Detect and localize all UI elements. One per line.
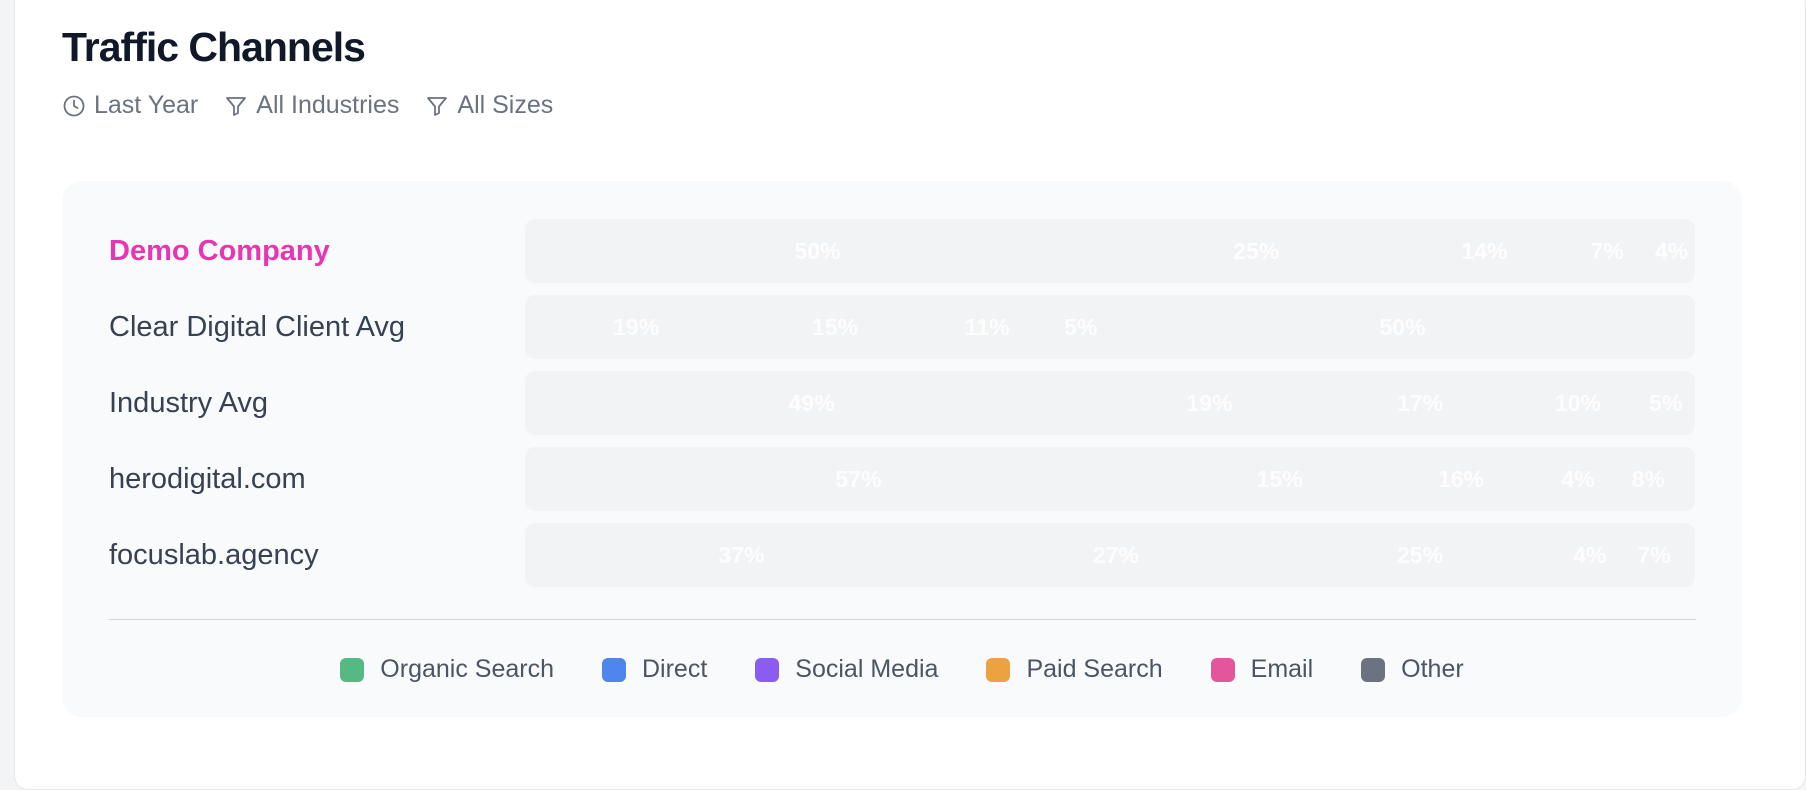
filter-company-size-label: All Sizes [457,91,554,119]
segment-value-label: 49% [788,389,835,416]
filter-icon [427,96,448,116]
segment-value-label: 14% [1461,237,1508,264]
legend-label: Paid Search [1026,655,1163,683]
bar-row: herodigital.com 57% 15% 16% 4% 8% [109,447,1696,511]
bar-row: Demo Company 50% 25% 14% 7% 4% [109,219,1696,283]
segment-value-label: 7% [1637,541,1671,568]
segment-value-label: 25% [1233,237,1280,264]
segment-value-label: 8% [1631,465,1665,492]
bar-segment-direct[interactable]: 15% [1192,447,1368,511]
bar-segment-email[interactable]: 4% [1648,219,1695,283]
segment-value-label: 7% [1590,237,1624,264]
legend-swatch [986,657,1011,682]
bar-segment-paid-search[interactable]: 5% [1052,295,1111,359]
legend-item-other[interactable]: Other [1361,655,1464,684]
segment-value-label: 17% [1397,389,1444,416]
segment-value-label: 15% [1256,465,1303,492]
segment-value-label: 16% [1437,465,1484,492]
filter-company-size[interactable]: All Sizes [425,91,553,120]
bar-segment-organic-search[interactable]: 19% [525,295,747,359]
category-label: herodigital.com [109,462,306,495]
bar-segment-social-media[interactable]: 11% [923,295,1052,359]
category-label: Clear Digital Client Avg [109,310,406,343]
segment-value-label: 10% [1554,389,1602,416]
segment-value-label: 25% [1397,541,1444,568]
bar-track: 57% 15% 16% 4% 8% [525,447,1695,511]
legend-label: Organic Search [380,655,554,683]
segment-value-label: 50% [794,237,841,264]
segment-value-label: 19% [1186,389,1233,416]
legend-label: Email [1250,655,1314,683]
legend-label: Other [1401,655,1464,683]
legend-item-organic-search[interactable]: Organic Search [340,655,554,684]
bar-segment-organic-search[interactable]: 49% [525,371,1098,435]
bar-segment-paid-search[interactable]: 4% [1566,523,1613,587]
card-title: Traffic Channels [62,24,366,70]
bar-segment-social-media[interactable]: 25% [1274,523,1567,587]
filter-icon [226,96,247,116]
bar-segment-paid-search[interactable]: 7% [1566,219,1648,283]
filter-industry-label: All Industries [256,91,400,119]
category-label: focuslab.agency [109,538,319,571]
category-label: Demo Company [109,234,330,267]
bar-row: Clear Digital Client Avg 19% 15% 11% 5% 50% [109,295,1696,359]
segment-value-label: 4% [1654,237,1689,264]
chart-panel: Demo Company 50% 25% 14% 7% 4% Clear Digital C… [62,181,1742,717]
legend-item-paid-search[interactable]: Paid Search [986,655,1163,684]
bar-segment-direct[interactable]: 15% [747,295,923,359]
legend-swatch [755,657,780,682]
bar-segment-organic-search[interactable]: 50% [525,219,1110,283]
segment-value-label: 5% [1064,313,1098,340]
bar-segment-direct[interactable]: 25% [1110,219,1403,283]
bar-segment-paid-search[interactable]: 10% [1520,371,1637,435]
bar-segment-social-media[interactable]: 17% [1321,371,1520,435]
segment-value-label: 4% [1561,465,1595,492]
legend-item-email[interactable]: Email [1210,655,1314,684]
bar-row: Industry Avg 49% 19% 17% 10% 5% [109,371,1696,435]
chart-legend: Organic Search Direct Social Media Paid Sea… [62,655,1742,684]
segment-value-label: 15% [812,313,859,340]
legend-item-direct[interactable]: Direct [602,655,707,684]
segment-value-label: 37% [718,541,765,568]
legend-swatch [1210,657,1235,682]
filter-bar: Last Year All Industries All Sizes [62,91,553,120]
bar-segment-organic-search[interactable]: 37% [525,523,958,587]
filter-time-range-label: Last Year [94,91,199,119]
segment-value-label: 4% [1573,541,1607,568]
bar-segment-email[interactable]: 7% [1613,523,1695,587]
clock-icon [63,95,85,116]
bar-segment-direct[interactable]: 19% [1098,371,1320,435]
bar-row: focuslab.agency 37% 27% 25% 4% 7% [109,523,1696,587]
segment-value-label: 11% [964,313,1010,340]
segment-value-label: 19% [613,313,660,340]
segment-value-label: 50% [1379,313,1426,340]
bar-segment-organic-search[interactable]: 57% [525,447,1192,511]
bar-segment-social-media[interactable]: 14% [1403,219,1567,283]
legend-swatch [340,657,365,682]
legend-divider [109,619,1696,620]
bar-segment-direct[interactable]: 27% [958,523,1274,587]
legend-label: Social Media [795,655,939,683]
bar-track: 37% 27% 25% 4% 7% [525,523,1695,587]
bar-segment-paid-search[interactable]: 4% [1555,447,1602,511]
segment-value-label: 57% [835,465,882,492]
legend-label: Direct [642,655,708,683]
category-label: Industry Avg [109,386,269,419]
segment-value-label: 27% [1092,541,1139,568]
bar-track: 19% 15% 11% 5% 50% [525,295,1695,359]
legend-item-social-media[interactable]: Social Media [755,655,938,684]
bar-track: 50% 25% 14% 7% 4% [525,219,1695,283]
legend-swatch [602,657,626,682]
bar-segment-email[interactable]: 5% [1637,371,1696,435]
filter-time-range[interactable]: Last Year [62,91,198,120]
legend-swatch [1361,657,1386,682]
traffic-channels-card: Traffic Channels Last Year All Industrie… [14,0,1806,790]
bar-segment-email[interactable]: 8% [1601,447,1695,511]
bar-segment-social-media[interactable]: 16% [1367,447,1554,511]
bar-track: 49% 19% 17% 10% 5% [525,371,1695,435]
filter-industry[interactable]: All Industries [224,91,399,120]
segment-value-label: 5% [1649,389,1683,416]
bar-segment-email[interactable]: 50% [1110,295,1695,359]
